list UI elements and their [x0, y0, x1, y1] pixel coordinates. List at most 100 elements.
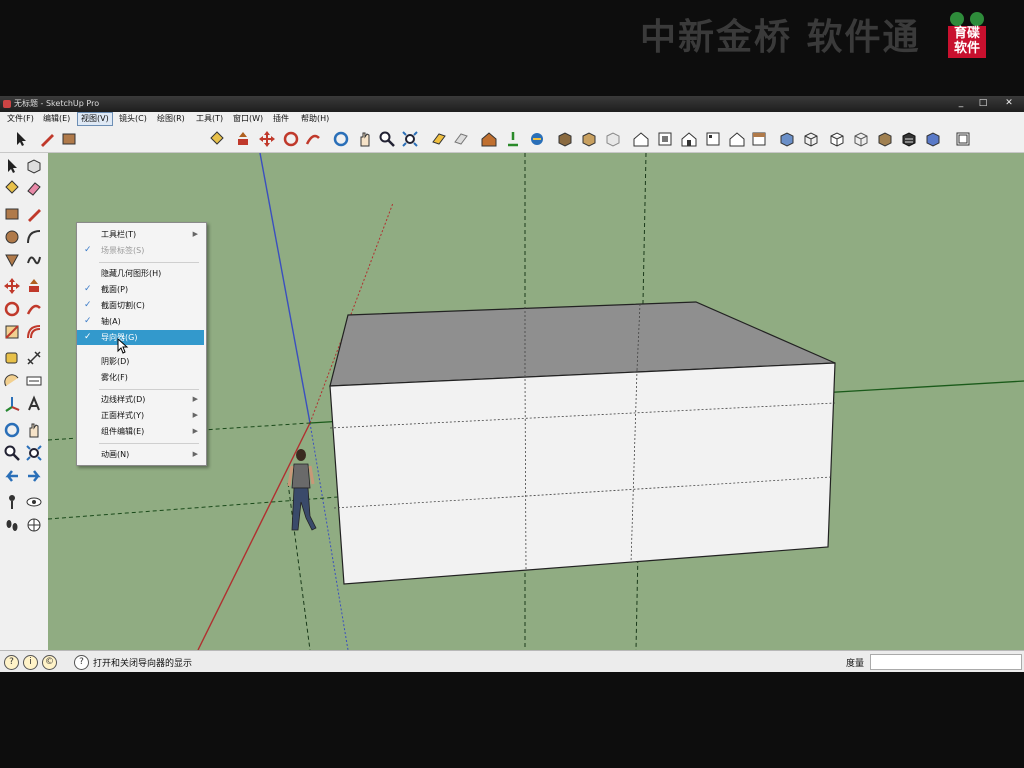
view-menu-item-toolbars[interactable]: 工具栏(T) ▶ — [77, 227, 204, 242]
view-menu-item-section-cut[interactable]: ✓ 截面切割(C) — [77, 298, 204, 313]
look-around-icon[interactable] — [25, 493, 43, 511]
pan-side-icon[interactable] — [25, 421, 43, 439]
menu-draw[interactable]: 绘图(R) — [154, 112, 188, 126]
push-pull-side-icon[interactable] — [25, 277, 43, 295]
measurements-input[interactable] — [870, 654, 1022, 670]
line-tool-icon[interactable] — [25, 205, 43, 223]
right-view-icon[interactable] — [704, 130, 722, 148]
zoom-window-icon[interactable] — [25, 444, 43, 462]
text-tool-icon[interactable] — [25, 372, 43, 390]
view-menu-item-guides[interactable]: ✓ 导向器(G) — [77, 330, 204, 345]
follow-me-side-icon[interactable] — [25, 300, 43, 318]
move-side-icon[interactable] — [3, 277, 21, 295]
geo-status-icon[interactable]: ? — [4, 655, 19, 670]
select-tool-icon[interactable] — [12, 130, 30, 148]
front-view-icon[interactable] — [680, 130, 698, 148]
back-view-icon[interactable] — [728, 130, 746, 148]
display-section-icon[interactable] — [452, 130, 470, 148]
menu-window[interactable]: 窗口(W) — [230, 112, 266, 126]
menu-file[interactable]: 文件(F) — [4, 112, 37, 126]
maximize-button[interactable]: □ — [972, 97, 994, 110]
push-pull-icon[interactable] — [234, 130, 252, 148]
menu-bar: 文件(F) 编辑(E) 视图(V) 镜头(C) 绘图(R) 工具(T) 窗口(W… — [0, 112, 1024, 126]
view-menu-item-face-style[interactable]: 正面样式(Y) ▶ — [77, 408, 204, 423]
hidden-line-icon[interactable] — [828, 130, 846, 148]
view-menu-item-edge-style[interactable]: 边线样式(D) ▶ — [77, 392, 204, 407]
rectangle-tool-icon[interactable] — [60, 130, 78, 148]
zoom-extents-icon[interactable] — [401, 130, 419, 148]
next-view-icon[interactable] — [25, 467, 43, 485]
rotate-side-icon[interactable] — [3, 300, 21, 318]
help-status-icon[interactable]: ? — [74, 655, 89, 670]
left-view-icon[interactable] — [750, 130, 768, 148]
pan-tool-icon[interactable] — [356, 130, 374, 148]
minimize-button[interactable]: _ — [950, 97, 972, 110]
zoom-tool-icon[interactable] — [378, 130, 396, 148]
pencil-tool-icon[interactable] — [38, 130, 56, 148]
rectangle-side-icon[interactable] — [3, 205, 21, 223]
rotate-tool-icon[interactable] — [282, 130, 300, 148]
arc-tool-icon[interactable] — [25, 228, 43, 246]
view-menu-item-axes[interactable]: ✓ 轴(A) — [77, 314, 204, 329]
checkmark-icon: ✓ — [84, 245, 92, 255]
menu-plugins[interactable]: 插件 — [270, 112, 292, 126]
close-button[interactable]: ✕ — [998, 97, 1020, 110]
freehand-tool-icon[interactable] — [25, 251, 43, 269]
view-menu-item-scene-tabs[interactable]: ✓ 场景标签(S) — [77, 243, 204, 258]
view-menu-item-animation[interactable]: 动画(N) ▶ — [77, 447, 204, 462]
offset-tool-icon[interactable] — [25, 323, 43, 341]
eraser-tool-icon[interactable] — [25, 179, 43, 197]
select-arrow-icon[interactable] — [3, 157, 21, 175]
view-menu-item-section-planes[interactable]: ✓ 截面(P) — [77, 282, 204, 297]
follow-me-icon[interactable] — [304, 130, 322, 148]
dimension-tool-icon[interactable] — [25, 349, 43, 367]
view-menu-item-shadows[interactable]: 阴影(D) — [77, 354, 204, 369]
color-by-layer-icon[interactable] — [924, 130, 942, 148]
position-camera-icon[interactable] — [3, 493, 21, 511]
share-model-icon[interactable] — [580, 130, 598, 148]
view-menu-item-hidden-geometry[interactable]: 隐藏几何图形(H) — [77, 266, 204, 281]
google-earth-icon[interactable] — [528, 130, 546, 148]
shaded-style-icon[interactable] — [852, 130, 870, 148]
menu-help[interactable]: 帮助(H) — [298, 112, 332, 126]
zoom-side-icon[interactable] — [3, 444, 21, 462]
menu-view[interactable]: 视图(V) — [77, 112, 113, 126]
circle-tool-icon[interactable] — [3, 228, 21, 246]
menu-item-label: 轴(A) — [101, 317, 121, 326]
menu-tools[interactable]: 工具(T) — [193, 112, 226, 126]
textured-style-icon[interactable] — [876, 130, 894, 148]
orbit-side-icon[interactable] — [3, 421, 21, 439]
iso-view-icon[interactable] — [632, 130, 650, 148]
credits-status-icon[interactable]: i — [23, 655, 38, 670]
measurements-label: 度量 — [846, 659, 865, 669]
previous-view-icon[interactable] — [3, 467, 21, 485]
monochrome-style-icon[interactable] — [900, 130, 918, 148]
layers-panel-icon[interactable] — [954, 130, 972, 148]
user-status-icon[interactable]: © — [42, 655, 57, 670]
xray-style-icon[interactable] — [778, 130, 796, 148]
section-plane-side-icon[interactable] — [25, 516, 43, 534]
make-component-icon[interactable] — [25, 157, 43, 175]
axes-tool-icon[interactable] — [3, 395, 21, 413]
3d-text-icon[interactable] — [25, 395, 43, 413]
view-menu-item-component-edit[interactable]: 组件编辑(E) ▶ — [77, 424, 204, 439]
polygon-tool-icon[interactable] — [3, 251, 21, 269]
geo-location-icon[interactable] — [504, 130, 522, 148]
warehouse-icon[interactable] — [480, 130, 498, 148]
walk-tool-icon[interactable] — [3, 516, 21, 534]
get-models-icon[interactable] — [604, 130, 622, 148]
scale-tool-icon[interactable] — [3, 323, 21, 341]
menu-edit[interactable]: 编辑(E) — [40, 112, 73, 126]
menu-camera[interactable]: 镜头(C) — [116, 112, 150, 126]
tape-measure-icon[interactable] — [3, 349, 21, 367]
orbit-tool-icon[interactable] — [332, 130, 350, 148]
view-menu-item-fog[interactable]: 雾化(F) — [77, 370, 204, 385]
section-plane-icon[interactable] — [430, 130, 448, 148]
move-tool-icon[interactable] — [258, 130, 276, 148]
paint-bucket-side-icon[interactable] — [3, 179, 21, 197]
protractor-icon[interactable] — [3, 372, 21, 390]
wireframe-style-icon[interactable] — [802, 130, 820, 148]
paint-bucket-icon[interactable] — [208, 130, 226, 148]
component-icon[interactable] — [556, 130, 574, 148]
top-view-icon[interactable] — [656, 130, 674, 148]
